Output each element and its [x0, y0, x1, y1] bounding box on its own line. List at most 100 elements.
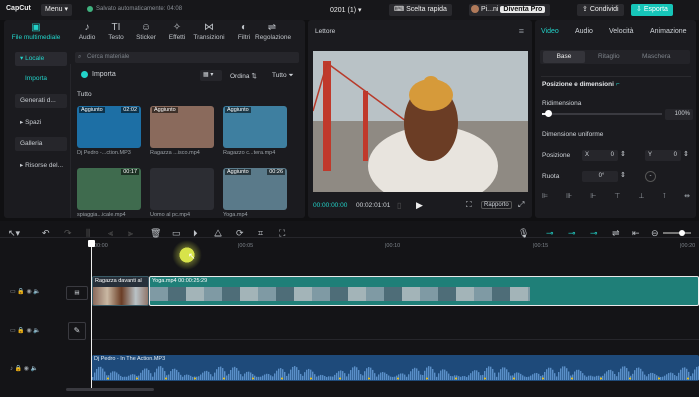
media-thumbnail[interactable]: Aggiunto	[150, 106, 214, 148]
inspector-tab[interactable]: Animazione	[650, 28, 687, 35]
filter-button[interactable]: Tutto ⏷	[272, 72, 294, 80]
sort-button[interactable]: Ordina ⇅	[230, 72, 257, 80]
track-audio-icons[interactable]: ♪ 🔒 ◉ 🔈	[10, 365, 38, 372]
play-speed-icon[interactable]: ⏵	[193, 228, 198, 239]
subtab-base[interactable]: Base	[543, 51, 585, 63]
sidebar-item-generated[interactable]: Generati d...	[15, 94, 67, 108]
undo-icon[interactable]: ↶	[42, 228, 50, 239]
rotate-field[interactable]: 0°	[582, 171, 618, 182]
tab-effects[interactable]: ✧ Effetti	[160, 22, 194, 41]
sidebar-item-locale[interactable]: ▾ Locale	[15, 52, 67, 66]
align-top-icon[interactable]: ⊤	[614, 192, 620, 200]
playhead[interactable]	[88, 240, 95, 390]
flip-icon[interactable]: ⇹	[684, 192, 690, 200]
position-x-field[interactable]: X 0	[582, 150, 618, 161]
clip-audio-label: Dj Pedro - In The Action.MP3	[94, 356, 166, 362]
inspector-tab[interactable]: Video	[541, 28, 559, 35]
tab-sticker[interactable]: ☺ Sticker	[129, 22, 163, 41]
inspector-tab[interactable]: Audio	[575, 28, 593, 35]
play-icon[interactable]: ▶	[416, 200, 423, 211]
position-y-stepper[interactable]: ⇕	[683, 150, 689, 158]
crop-icon[interactable]: ⛶	[466, 200, 472, 210]
cover-button[interactable]: ▤	[66, 286, 88, 300]
share-button[interactable]: ⇪ Condividi	[577, 4, 624, 16]
scale-slider-handle[interactable]	[545, 110, 552, 117]
redo-icon[interactable]: ↷	[64, 228, 72, 239]
clip-audio[interactable]: Dj Pedro - In The Action.MP3	[92, 355, 699, 381]
tab-transitions[interactable]: ⋈ Transizioni	[192, 22, 226, 41]
export-label: Esporta	[643, 6, 668, 13]
tab-adjust[interactable]: ⇌ Regolazione	[255, 22, 291, 41]
search-input[interactable]: ⌕ Cerca materiale	[75, 52, 299, 63]
export-button[interactable]: ⇩ Esporta	[631, 4, 673, 16]
sidebar-item-spaces[interactable]: ▸ Spazi	[15, 116, 67, 130]
zoom-out-icon[interactable]: ⊖	[651, 228, 659, 239]
split-icon[interactable]: ⫼	[86, 228, 90, 239]
fullscreen-icon[interactable]: ⤢	[518, 200, 524, 210]
inspector-tab[interactable]: Velocità	[609, 28, 634, 35]
mirror-icon[interactable]: ⧋	[214, 228, 222, 239]
tab-text[interactable]: TI Testo	[99, 22, 133, 41]
media-thumbnail[interactable]: Aggiunto 00:26	[223, 168, 287, 210]
shortcuts-button[interactable]: ⌨ Scelta rapida	[389, 4, 452, 16]
fit-icon[interactable]: ⇤	[632, 228, 640, 239]
align-bottom-icon[interactable]: ⊺	[662, 192, 666, 200]
media-thumbnail[interactable]: 00:17	[77, 168, 141, 210]
player-menu-icon[interactable]: ≡	[519, 26, 524, 36]
align-middle-icon[interactable]: ⊥	[638, 192, 644, 200]
track-2-icons[interactable]: ▭ 🔒 ◉ 🔈	[10, 327, 41, 334]
subtab-mask[interactable]: Maschera	[642, 53, 671, 60]
playhead-handle[interactable]	[88, 240, 95, 247]
linkage-icon[interactable]: ⊸	[568, 228, 576, 239]
sidebar-item-gallery[interactable]: Galleria	[15, 137, 67, 151]
delete-icon[interactable]: 🗑	[150, 228, 161, 239]
position-y-field[interactable]: Y 0	[645, 150, 681, 161]
subtab-crop[interactable]: Ritaglio	[598, 53, 620, 60]
align-left-icon[interactable]: ⊫	[542, 192, 548, 200]
fullscreen-preview-icon[interactable]: ▯	[397, 201, 401, 210]
split-left-icon[interactable]: ⫷	[108, 228, 113, 239]
scale-value[interactable]: 100%	[665, 109, 693, 120]
media-thumbnail[interactable]	[150, 168, 214, 210]
rotate-dial[interactable]: -	[645, 171, 656, 182]
microphone-icon[interactable]: 🎙	[518, 228, 529, 239]
import-button[interactable]: Importa	[81, 71, 116, 78]
pro-badge[interactable]: Diventa Pro	[500, 6, 546, 13]
align-center-icon[interactable]: ⊪	[566, 192, 572, 200]
clip-girl[interactable]: Ragazza davanti al	[92, 276, 149, 306]
position-x-stepper[interactable]: ⇕	[620, 150, 626, 158]
crop-tool-icon[interactable]: ⌗	[258, 228, 263, 239]
ratio-button[interactable]: Rapporto	[481, 201, 512, 209]
tab-media[interactable]: ▣ File multimediale	[6, 22, 66, 41]
view-toggle[interactable]: ▦ ▾	[200, 70, 222, 81]
preview-axis-icon[interactable]: ⊸	[590, 228, 598, 239]
edit-icon[interactable]: ✎	[68, 322, 86, 340]
media-thumbnail[interactable]: Aggiunto 02:02	[77, 106, 141, 148]
rotate-icon[interactable]: ⟳	[236, 228, 244, 239]
video-preview[interactable]	[313, 51, 528, 192]
split-right-icon[interactable]: ⫸	[128, 228, 133, 239]
divider	[541, 76, 691, 77]
freeze-icon[interactable]: ▭	[172, 228, 181, 239]
select-tool-icon[interactable]: ↖▾	[8, 228, 20, 239]
align-right-icon[interactable]: ⊩	[590, 192, 596, 200]
player-title: Lettore	[315, 28, 336, 35]
rotate-stepper[interactable]: ⇕	[620, 171, 626, 179]
sidebar-item-import[interactable]: Importa	[15, 72, 67, 86]
timeline-scrollbar[interactable]	[66, 388, 154, 391]
link-icon[interactable]: ⇌	[612, 228, 620, 239]
track-video-icons[interactable]: ▭ 🔒 ◉ 🔈	[10, 288, 41, 295]
media-thumbnail[interactable]: Aggiunto	[223, 106, 287, 148]
project-name[interactable]: 0201 (1) ▾	[330, 6, 362, 14]
user-button[interactable]: Pi...ni Diventa Pro	[469, 4, 551, 16]
import-label: Importa	[92, 71, 116, 78]
sidebar-item-resources[interactable]: ▸ Risorse del...	[15, 159, 67, 173]
mouse-cursor-icon: ↖	[188, 251, 196, 261]
clip-yoga[interactable]: Yoga.mp4 00:00:25:29	[149, 276, 699, 306]
magnet-icon[interactable]: ⊸	[546, 228, 554, 239]
menu-button[interactable]: Menu ▾	[41, 4, 72, 16]
scale-slider[interactable]	[542, 113, 662, 115]
zoom-slider-handle[interactable]	[679, 230, 685, 236]
auto-reframe-icon[interactable]: ⛶	[279, 228, 285, 239]
zoom-slider[interactable]	[663, 230, 691, 236]
